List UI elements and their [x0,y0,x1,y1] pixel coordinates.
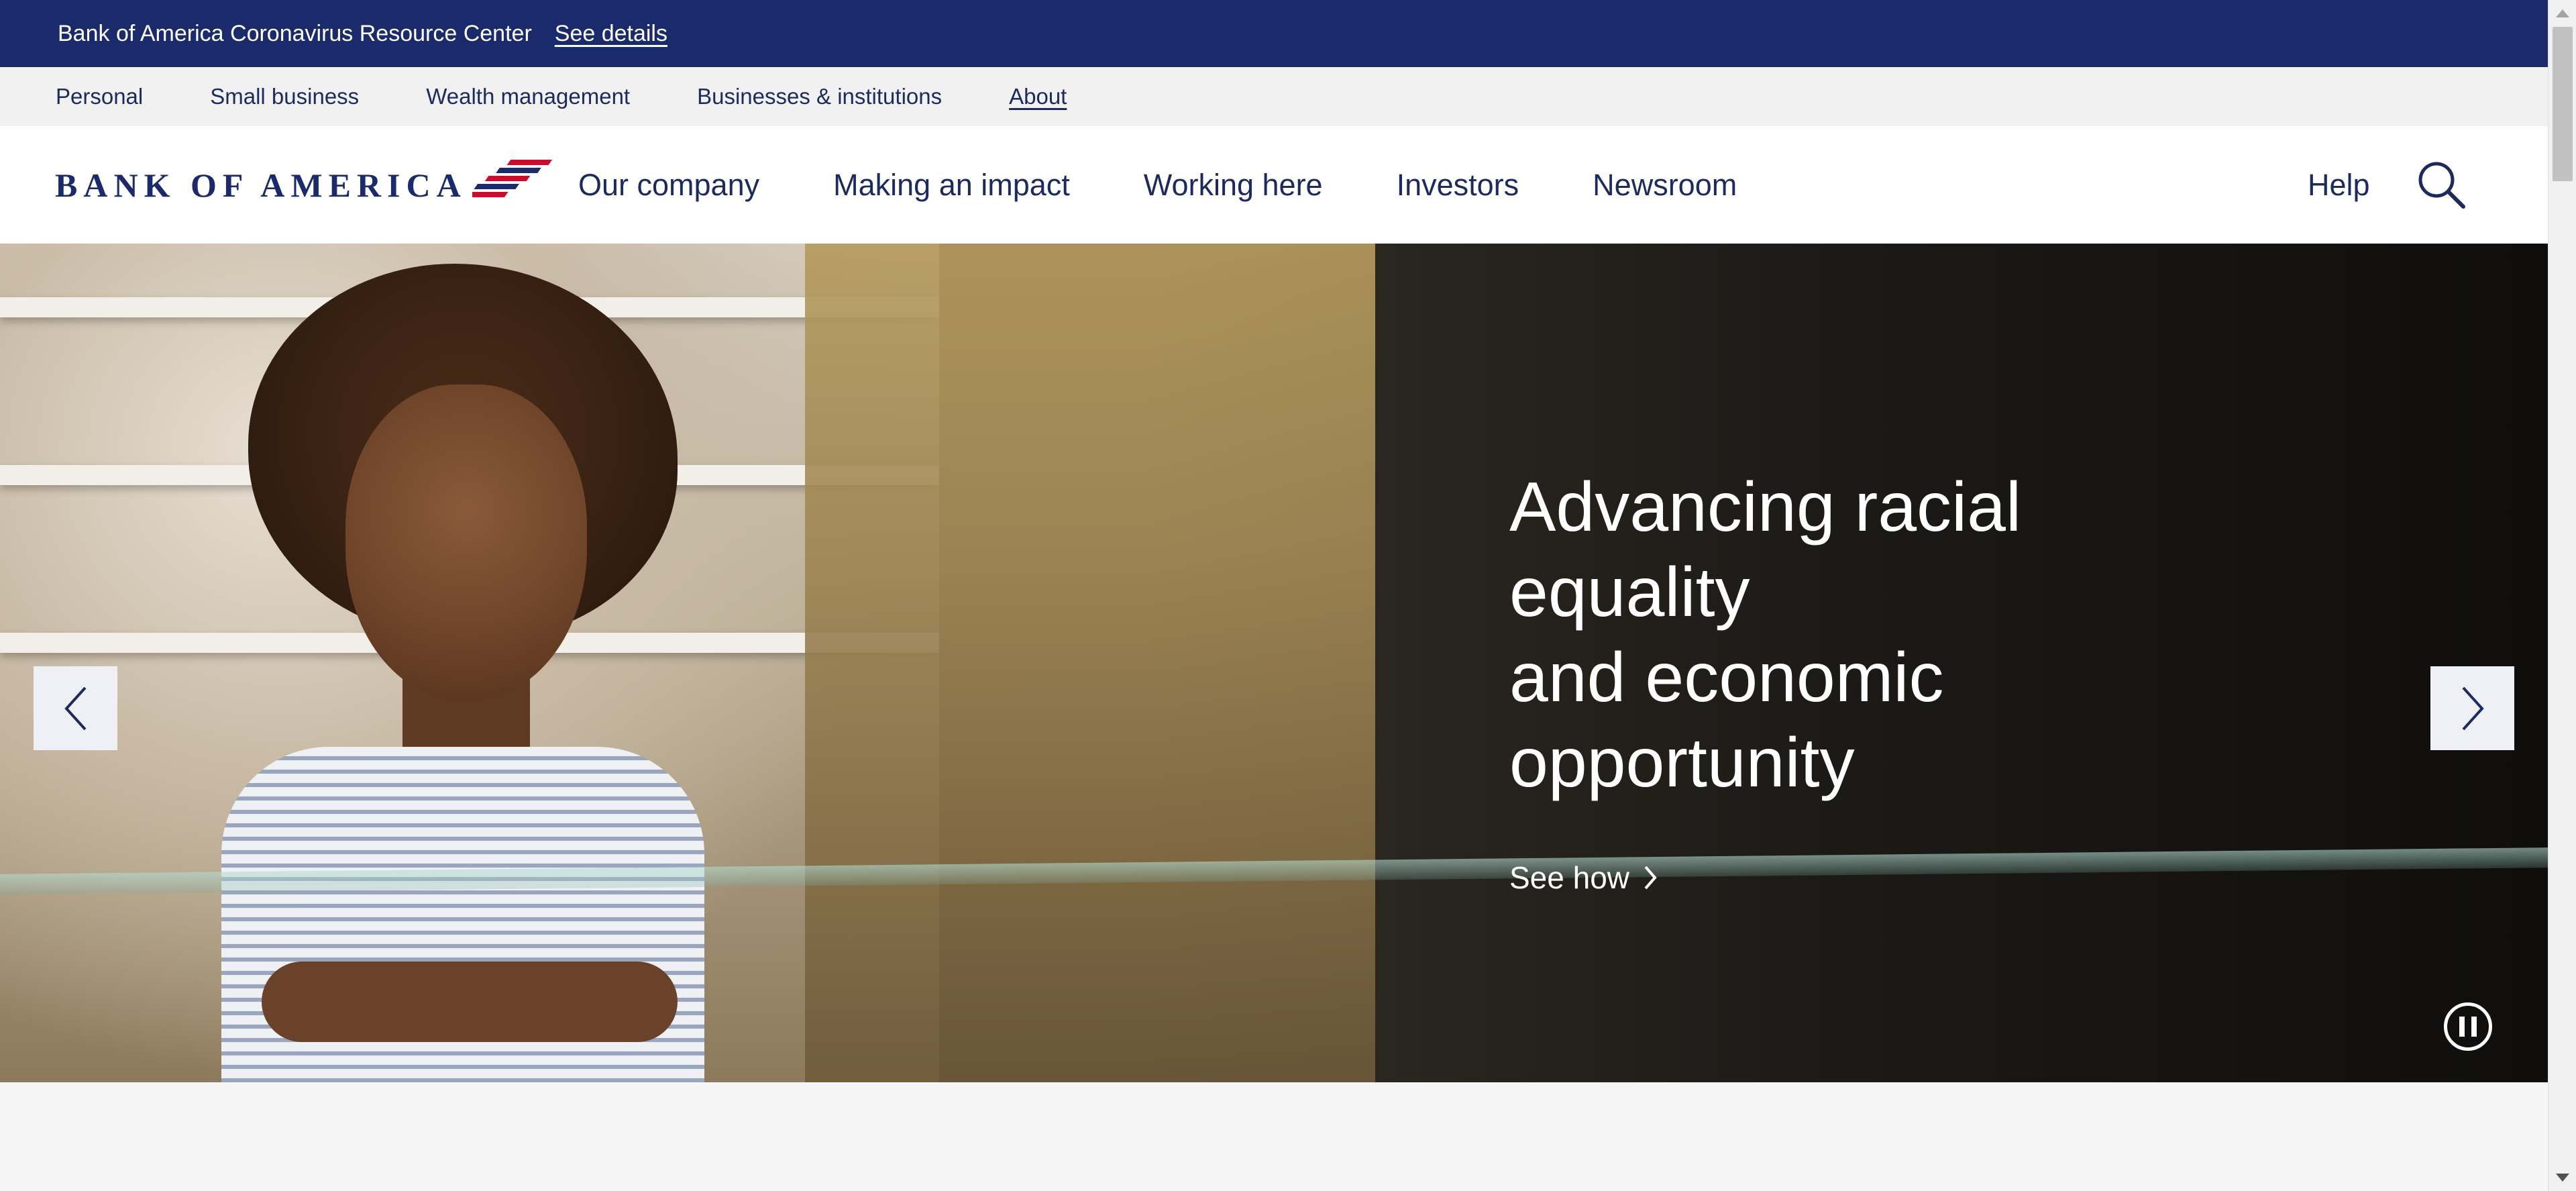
nav-newsroom[interactable]: Newsroom [1593,168,1737,203]
sec-nav-wealth-management[interactable]: Wealth management [426,84,630,109]
secondary-nav: Personal Small business Wealth managemen… [0,67,2548,126]
hero-title-line: and economic [1509,639,1944,717]
nav-our-company[interactable]: Our company [578,168,759,203]
main-nav: Our company Making an impact Working her… [578,126,1811,244]
main-header: BANK OF AMERICA Our company Making an im… [0,126,2548,244]
carousel-prev-button[interactable] [34,666,117,750]
logo-text: BANK OF AMERICA [55,166,467,204]
chevron-right-icon [1644,866,1657,890]
chevron-left-icon [64,686,86,730]
scrollbar-thumb[interactable] [2553,27,2573,181]
sec-nav-personal[interactable]: Personal [56,84,143,109]
sec-nav-businesses-institutions[interactable]: Businesses & institutions [697,84,942,109]
chevron-right-icon [2462,686,2484,730]
search-icon [2418,162,2465,209]
hero-image-kitchen [805,244,1409,1082]
page-scrollbar[interactable] [2548,0,2576,1191]
see-details-link[interactable]: See details [555,21,667,47]
carousel-next-button[interactable] [2430,666,2514,750]
hero-title-line: Advancing racial equality [1509,468,2022,631]
help-link[interactable]: Help [2308,126,2370,244]
scroll-down-icon[interactable] [2556,1174,2569,1182]
nav-investors[interactable]: Investors [1397,168,1519,203]
see-how-link[interactable]: See how [1509,860,1658,896]
pause-icon [2459,1017,2465,1037]
sec-nav-small-business[interactable]: Small business [210,84,359,109]
hero-carousel: Advancing racial equality and economic o… [0,244,2548,1082]
nav-making-an-impact[interactable]: Making an impact [833,168,1070,203]
flag-icon [472,160,552,197]
see-how-label: See how [1509,860,1630,895]
lower-section [0,1082,2548,1191]
nav-working-here[interactable]: Working here [1144,168,1323,203]
hero-title-line: opportunity [1509,724,1855,802]
page: Bank of America Coronavirus Resource Cen… [0,0,2576,1191]
hero-image-person [221,264,704,1082]
hero-content: Advancing racial equality and economic o… [1509,465,2247,896]
bank-of-america-logo[interactable]: BANK OF AMERICA [55,152,555,219]
notice-bar: Bank of America Coronavirus Resource Cen… [0,0,2548,67]
notice-text: Bank of America Coronavirus Resource Cen… [58,20,532,46]
scroll-up-icon[interactable] [2556,9,2569,17]
carousel-pause-button[interactable] [2444,1002,2492,1051]
search-button[interactable] [2415,158,2469,212]
hero-title: Advancing racial equality and economic o… [1509,465,2247,806]
sec-nav-about[interactable]: About [1009,84,1067,109]
